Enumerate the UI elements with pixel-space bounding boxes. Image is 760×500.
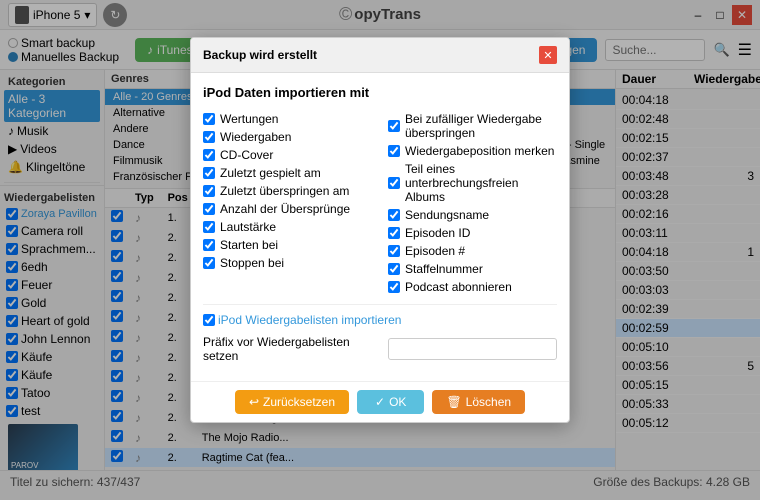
modal-close-button[interactable]: ✕ <box>539 46 557 64</box>
ok-icon: ✓ <box>375 395 385 409</box>
option-zuletzt-uebersprungen[interactable]: Zuletzt überspringen am <box>203 182 372 200</box>
anzahl-cb[interactable] <box>203 203 215 215</box>
zuletzt-gespielt-cb[interactable] <box>203 167 215 179</box>
modal-overlay: Backup wird erstellt ✕ iPod Daten import… <box>0 0 760 500</box>
option-lautstaerke[interactable]: Lautstärke <box>203 218 372 236</box>
modal-header: Backup wird erstellt ✕ <box>191 38 569 73</box>
option-episoden-hash[interactable]: Episoden # <box>388 242 557 260</box>
unterbrechungsfrei-cb[interactable] <box>388 177 400 189</box>
prefix-row: Präfix vor Wiedergabelisten setzen <box>203 335 557 363</box>
option-wiedergaben[interactable]: Wiedergaben <box>203 128 372 146</box>
option-stoppen[interactable]: Stoppen bei <box>203 254 372 272</box>
lautstaerke-cb[interactable] <box>203 221 215 233</box>
zuletzt-uebersprungen-cb[interactable] <box>203 185 215 197</box>
modal-options: Wertungen Wiedergaben CD-Cover Zuletzt g… <box>203 110 557 296</box>
prefix-label: Präfix vor Wiedergabelisten setzen <box>203 335 382 363</box>
option-anzahl[interactable]: Anzahl der Übersprünge <box>203 200 372 218</box>
stoppen-cb[interactable] <box>203 257 215 269</box>
cdcover-cb[interactable] <box>203 149 215 161</box>
option-podcast[interactable]: Podcast abonnieren <box>388 278 557 296</box>
import-playlists-link[interactable]: iPod Wiedergabelisten importieren <box>203 313 557 327</box>
wertungen-cb[interactable] <box>203 113 215 125</box>
zufaellig-cb[interactable] <box>388 120 400 132</box>
option-sendungsname[interactable]: Sendungsname <box>388 206 557 224</box>
prefix-input[interactable] <box>388 338 557 360</box>
import-modal: Backup wird erstellt ✕ iPod Daten import… <box>190 37 570 423</box>
wiedergabepos-cb[interactable] <box>388 145 400 157</box>
option-wiedergabepos[interactable]: Wiedergabeposition merken <box>388 142 557 160</box>
undo-icon: ↩ <box>249 395 259 409</box>
option-zuletzt-gespielt[interactable]: Zuletzt gespielt am <box>203 164 372 182</box>
sendungsname-cb[interactable] <box>388 209 400 221</box>
option-wertungen[interactable]: Wertungen <box>203 110 372 128</box>
option-episoden-id[interactable]: Episoden ID <box>388 224 557 242</box>
ok-button[interactable]: ✓ OK <box>357 390 424 414</box>
import-playlists-cb[interactable] <box>203 314 215 326</box>
delete-icon: 🗑 <box>446 395 461 409</box>
option-starten[interactable]: Starten bei <box>203 236 372 254</box>
delete-button[interactable]: 🗑 Löschen <box>432 390 525 414</box>
modal-col-left: Wertungen Wiedergaben CD-Cover Zuletzt g… <box>203 110 372 296</box>
modal-col-right: Bei zufälliger Wiedergabe überspringen W… <box>388 110 557 296</box>
option-cdcover[interactable]: CD-Cover <box>203 146 372 164</box>
reset-button[interactable]: ↩ Zurücksetzen <box>235 390 349 414</box>
modal-body: iPod Daten importieren mit Wertungen Wie… <box>191 73 569 381</box>
option-staffelnummer[interactable]: Staffelnummer <box>388 260 557 278</box>
option-zufaellig[interactable]: Bei zufälliger Wiedergabe überspringen <box>388 110 557 142</box>
episoden-hash-cb[interactable] <box>388 245 400 257</box>
modal-footer: ↩ Zurücksetzen ✓ OK 🗑 Löschen <box>191 381 569 422</box>
modal-title: Backup wird erstellt <box>203 48 317 62</box>
option-unterbrechungsfrei[interactable]: Teil eines unterbrechungsfreien Albums <box>388 160 557 206</box>
wiedergaben-cb[interactable] <box>203 131 215 143</box>
starten-cb[interactable] <box>203 239 215 251</box>
staffelnummer-cb[interactable] <box>388 263 400 275</box>
podcast-cb[interactable] <box>388 281 400 293</box>
modal-divider <box>203 304 557 305</box>
episoden-id-cb[interactable] <box>388 227 400 239</box>
modal-subtitle: iPod Daten importieren mit <box>203 85 557 100</box>
